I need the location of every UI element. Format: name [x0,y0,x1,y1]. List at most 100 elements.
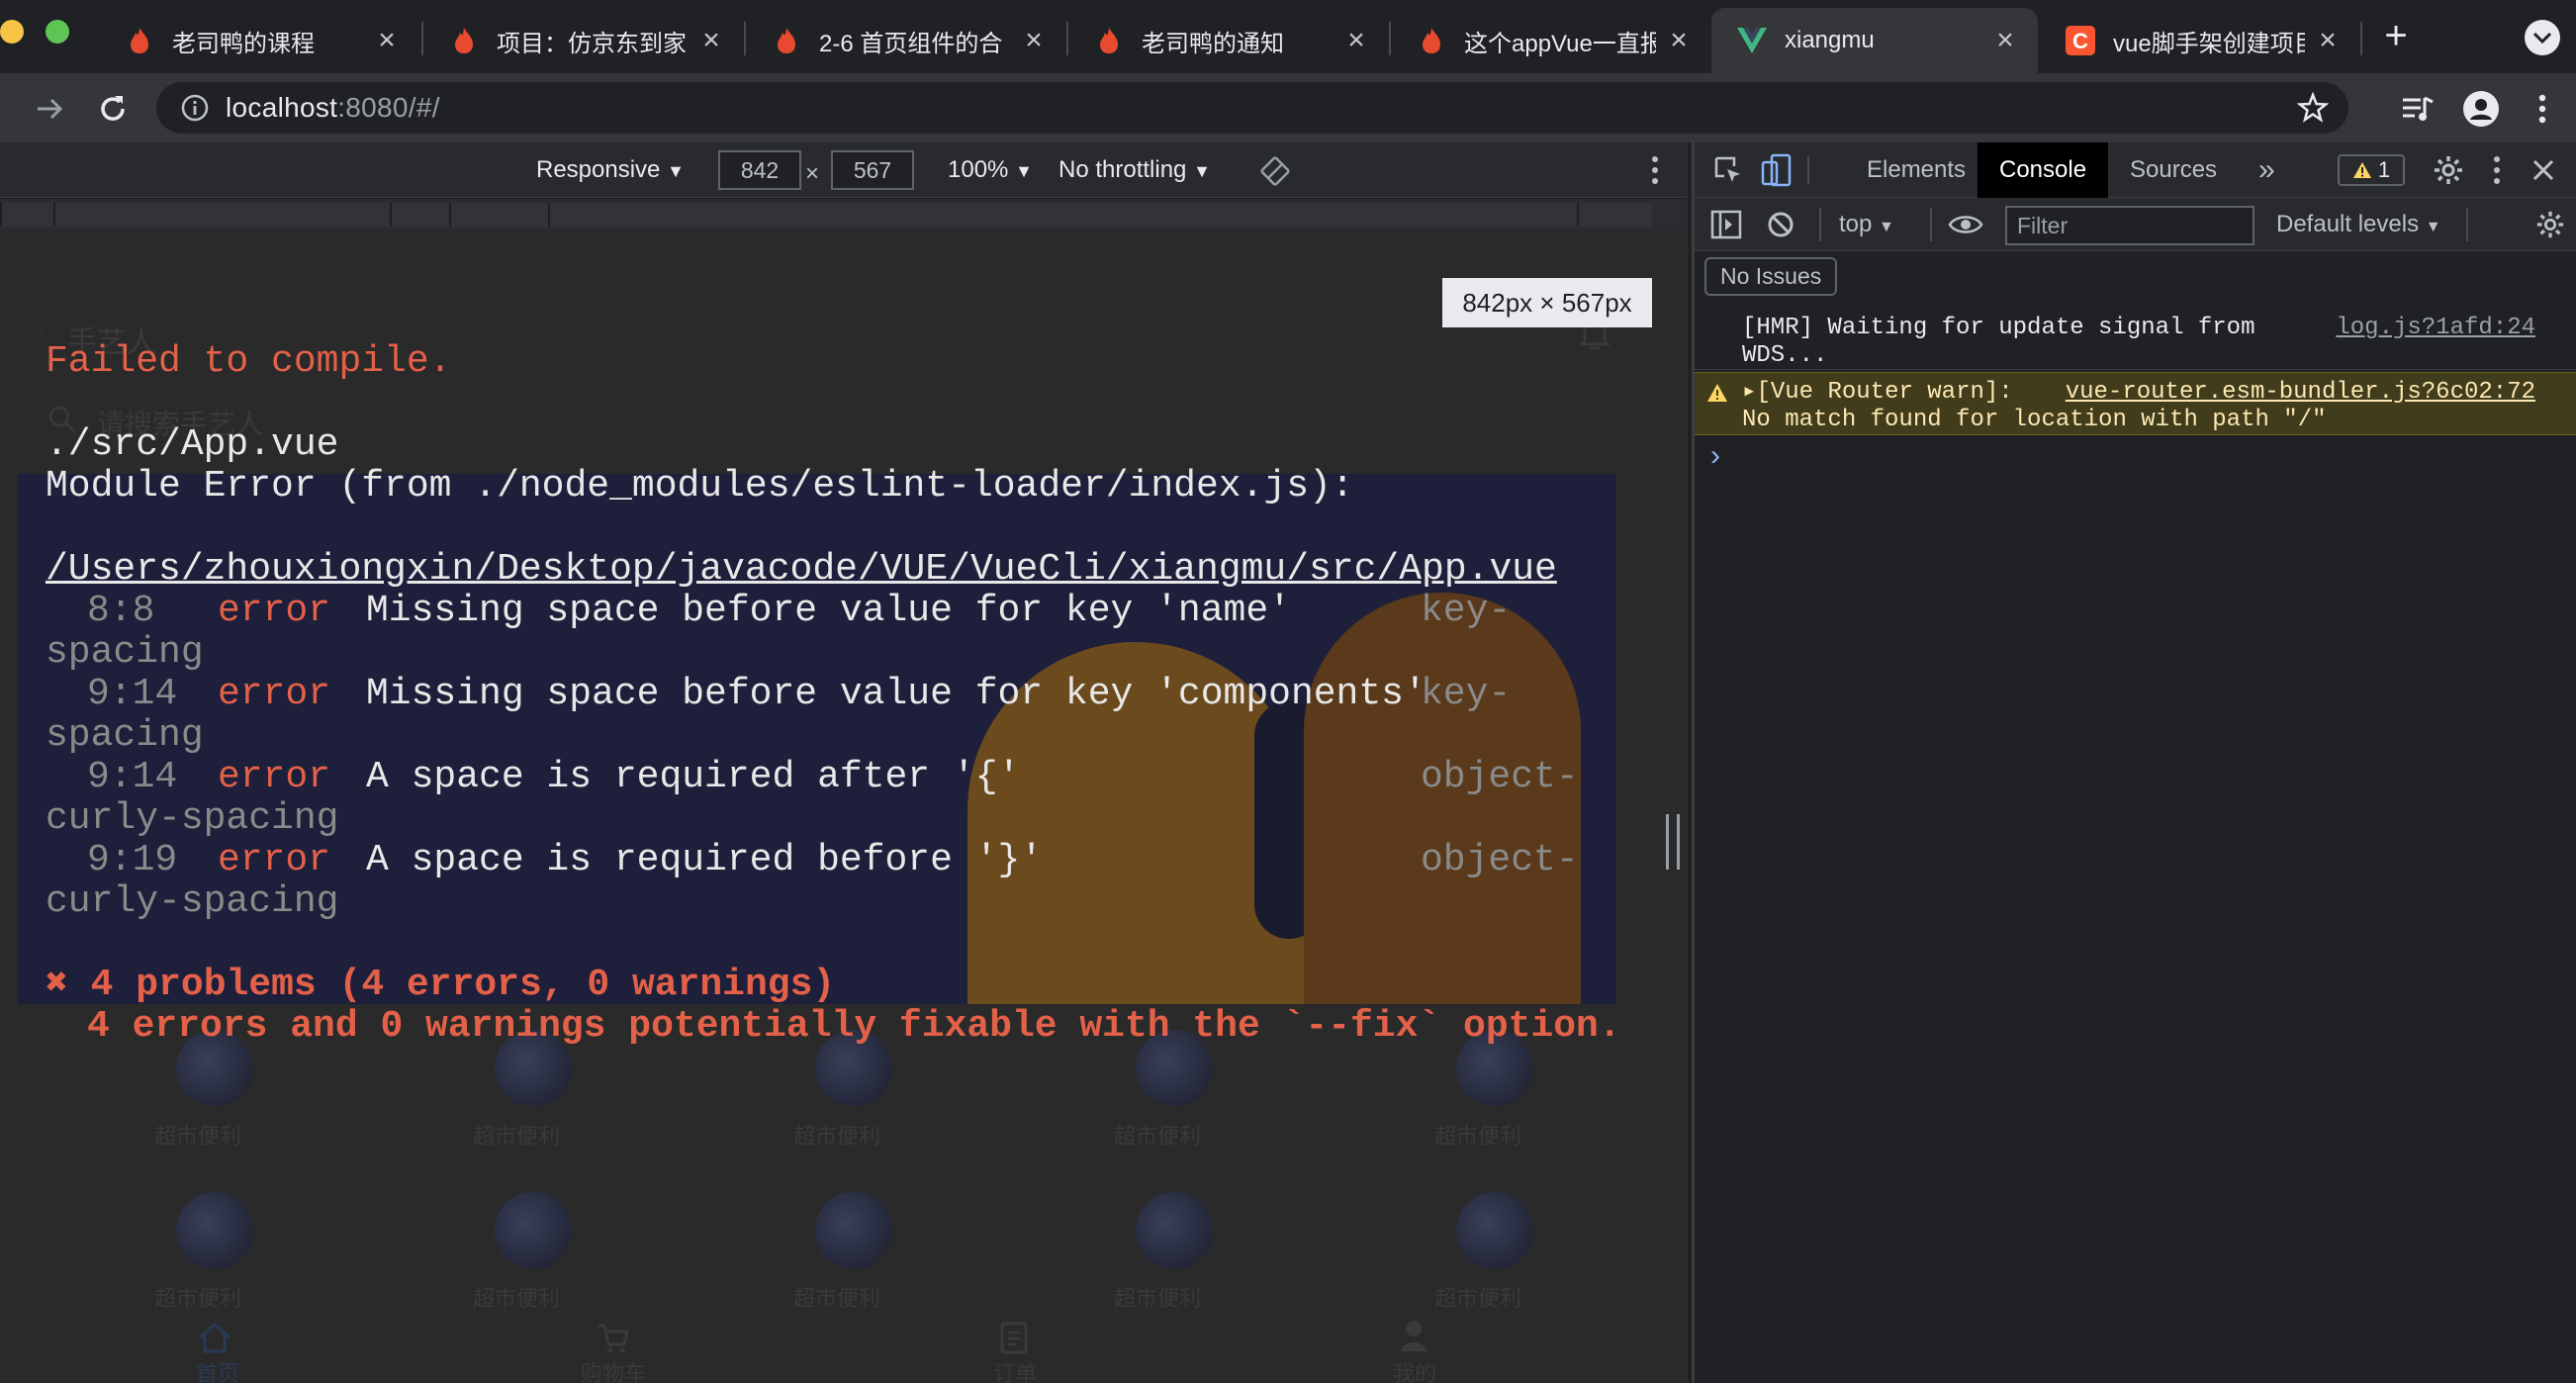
zoom-select[interactable]: 100% ▼ [948,156,1033,184]
location-label: 手艺人 [67,326,156,359]
devtools-panel: Elements Console Sources » 1 top ▼ Filte… [1692,142,2576,1383]
reading-list-button[interactable] [2396,87,2439,131]
info-icon[interactable] [180,93,210,123]
browser-menu-button[interactable] [2521,87,2564,131]
warn-source-link[interactable]: vue-router.esm-bundler.js?6c02:72 [2066,379,2535,407]
log-levels-select[interactable]: Default levels ▼ [2276,211,2441,238]
log-levels-label: Default levels [2276,211,2420,237]
no-issues-badge[interactable]: No Issues [1704,257,1838,296]
close-icon[interactable]: × [372,24,402,56]
throttling-select[interactable]: No throttling ▼ [1058,156,1211,184]
tab-title: 2-6 首页组件的合 [819,30,1003,57]
tab-5-active[interactable]: xiangmu × [1711,8,2038,73]
log-source-link[interactable]: log.js?1afd:24 [2336,315,2535,342]
ruler-segment[interactable] [53,203,390,227]
maximize-window-button[interactable] [46,20,69,44]
nav-mine-label: 我的 [1392,1361,1436,1383]
close-icon[interactable]: × [1664,24,1694,56]
browser-toolbar: localhost:8080/#/ [0,73,2576,142]
device-toolbar: Responsive ▼ 842 × 567 100% ▼ No throttl… [0,142,1688,198]
warning-count: 1 [2377,157,2391,182]
tab-1[interactable]: 项目：仿京东到家 × [423,8,744,73]
tab-sources[interactable]: Sources [2108,142,2239,198]
console-prompt[interactable]: › [1710,439,1720,473]
tab-console[interactable]: Console [1978,142,2109,198]
tab-6[interactable]: C vue脚手架创建项目 × [2040,8,2360,73]
tab-title: 老司鸭的通知 [1142,30,1284,57]
media-query-ruler[interactable] [0,199,1688,230]
flame-icon [1094,26,1124,55]
avatar-icon [2463,91,2499,127]
tab-search-button[interactable] [2525,20,2560,55]
home-icon [199,1323,230,1353]
eye-icon[interactable] [1948,212,1983,237]
ruler-segment[interactable] [449,203,548,227]
close-icon[interactable]: × [2313,24,2343,56]
order-icon [1000,1322,1028,1354]
address-bar[interactable]: localhost:8080/#/ [156,82,2348,134]
ruler-segment[interactable] [548,203,1577,227]
tab-2[interactable]: 2-6 首页组件的合 × [746,8,1066,73]
minimize-window-button[interactable] [0,20,24,44]
ruler-segment[interactable] [0,203,53,227]
search-icon [48,406,75,432]
tab-separator [2360,22,2362,55]
clear-console-icon[interactable] [1766,210,1795,239]
close-icon[interactable]: × [1341,24,1371,56]
grid-item: 超市便利 [1419,1030,1537,1149]
close-icon[interactable]: × [696,24,726,56]
nav-cart-label: 购物车 [580,1361,646,1383]
reload-button[interactable] [91,87,135,131]
inspect-element-icon[interactable] [1712,154,1744,186]
context-select[interactable]: top ▼ [1839,211,1894,238]
nav-home-label: 首页 [195,1361,239,1383]
devtools-menu-icon[interactable] [2492,154,2502,186]
tab-elements[interactable]: Elements [1845,142,1987,198]
new-tab-button[interactable]: + [2374,14,2418,57]
console-filter-input[interactable]: Filter [2005,206,2254,245]
device-mode-select[interactable]: Responsive ▼ [536,156,685,184]
device-width-input[interactable]: 842 [718,150,801,190]
profile-button[interactable] [2459,87,2503,131]
grid-item: 超市便利 [457,1192,576,1311]
flame-icon [125,26,154,55]
caret-down-icon: ▼ [1015,161,1033,181]
close-icon[interactable]: × [1019,24,1049,56]
close-icon[interactable]: × [1990,24,2020,56]
reading-list-icon [2403,96,2434,121]
console-settings-icon[interactable] [2535,210,2565,239]
caret-down-icon: ▼ [1193,161,1211,181]
device-toggle-icon[interactable] [1760,152,1794,188]
more-tabs-button[interactable]: » [2237,142,2297,198]
throttling-label: No throttling [1058,156,1187,183]
caret-down-icon: ▼ [1879,219,1894,235]
star-icon[interactable] [2297,92,2329,124]
url-host: localhost [226,92,338,123]
settings-gear-icon[interactable] [2433,154,2464,186]
tab-4[interactable]: 这个appVue一直报 × [1391,8,1711,73]
banner-figure [967,642,1304,1004]
cart-icon [598,1324,629,1353]
grid-item: 超市便利 [1098,1192,1217,1311]
toolbar-divider [1930,208,1932,241]
bottom-nav: 首页 购物车 订单 我的 [0,1317,1688,1383]
grid-item: 超市便利 [457,1030,576,1149]
forward-button[interactable] [28,87,71,131]
rotate-icon[interactable] [1260,156,1290,186]
sidebar-toggle-icon[interactable] [1710,210,1742,239]
flame-icon [1417,26,1446,55]
ruler-segment[interactable] [1577,203,1652,227]
toolbar-divider [2466,208,2468,241]
location-pin-icon [21,318,45,349]
device-height-input[interactable]: 567 [831,150,914,190]
console-warning-row[interactable]: ▸[Vue Router warn]: No match found for l… [1695,372,2576,435]
viewport-resize-handle[interactable] [1666,814,1680,870]
tab-0[interactable]: 老司鸭的课程 × [99,8,419,73]
ruler-segment[interactable] [390,203,449,227]
issues-counter-button[interactable]: 1 [2338,154,2405,186]
close-devtools-icon[interactable] [2531,158,2555,182]
warning-icon [1707,384,1727,402]
tab-3[interactable]: 老司鸭的通知 × [1068,8,1389,73]
dimension-separator: × [805,160,820,187]
device-options-icon[interactable] [1650,154,1660,186]
